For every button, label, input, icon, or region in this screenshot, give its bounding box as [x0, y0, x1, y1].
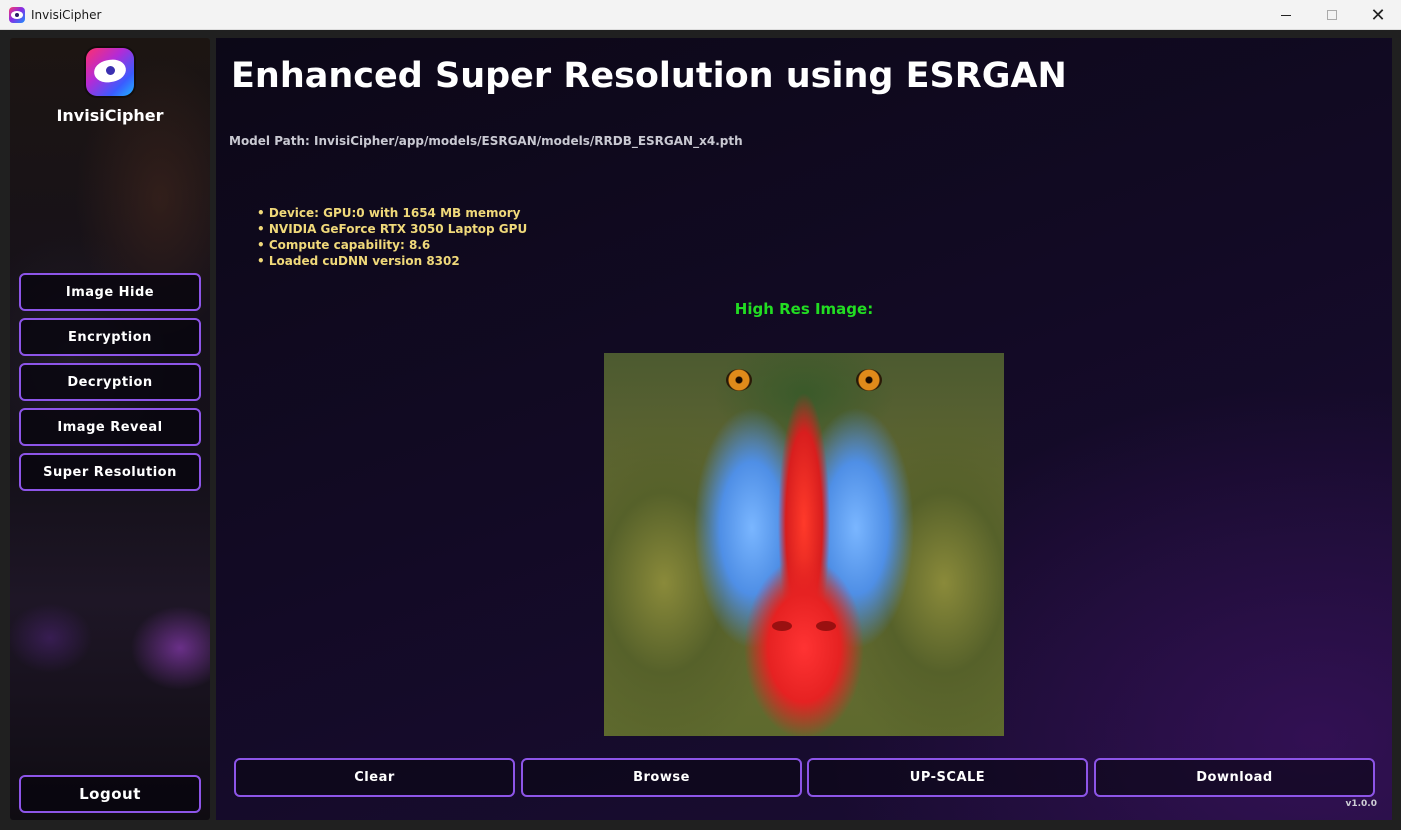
high-res-image-label: High Res Image:	[734, 300, 874, 318]
clear-button[interactable]: Clear	[234, 758, 515, 797]
main-panel: Enhanced Super Resolution using ESRGAN M…	[216, 38, 1392, 820]
minimize-button[interactable]	[1263, 0, 1309, 30]
sidebar-item-image-hide[interactable]: Image Hide	[19, 273, 201, 311]
brand-name: InvisiCipher	[56, 106, 164, 125]
model-path: Model Path: InvisiCipher/app/models/ESRG…	[229, 134, 743, 148]
high-res-image	[604, 353, 1004, 736]
version-label: v1.0.0	[1345, 799, 1378, 809]
device-info-item: Compute capability: 8.6	[257, 237, 527, 253]
logout-button[interactable]: Logout	[19, 775, 201, 813]
device-info-item: Device: GPU:0 with 1654 MB memory	[257, 205, 527, 221]
device-info-item: NVIDIA GeForce RTX 3050 Laptop GPU	[257, 221, 527, 237]
window-controls: ✕	[1263, 0, 1401, 30]
sidebar-item-decryption[interactable]: Decryption	[19, 363, 201, 401]
sidebar-item-super-resolution[interactable]: Super Resolution	[19, 453, 201, 491]
close-button[interactable]: ✕	[1355, 0, 1401, 30]
maximize-button[interactable]	[1309, 0, 1355, 30]
maximize-icon	[1327, 10, 1337, 20]
window-title: InvisiCipher	[31, 7, 102, 22]
app-icon	[9, 6, 25, 23]
download-button[interactable]: Download	[1094, 758, 1375, 797]
minimize-icon	[1281, 14, 1291, 16]
browse-button[interactable]: Browse	[521, 758, 802, 797]
device-info-item: Loaded cuDNN version 8302	[257, 253, 527, 269]
page-title: Enhanced Super Resolution using ESRGAN	[231, 56, 1067, 96]
upscale-button[interactable]: UP-SCALE	[807, 758, 1088, 797]
sidebar-item-image-reveal[interactable]: Image Reveal	[19, 408, 201, 446]
close-icon: ✕	[1370, 4, 1386, 26]
sidebar-item-encryption[interactable]: Encryption	[19, 318, 201, 356]
device-info-list: Device: GPU:0 with 1654 MB memory NVIDIA…	[257, 205, 527, 269]
title-bar: InvisiCipher ✕	[0, 0, 1401, 30]
eye-logo-icon	[86, 48, 134, 96]
sidebar: InvisiCipher Image Hide Encryption Decry…	[10, 38, 210, 820]
